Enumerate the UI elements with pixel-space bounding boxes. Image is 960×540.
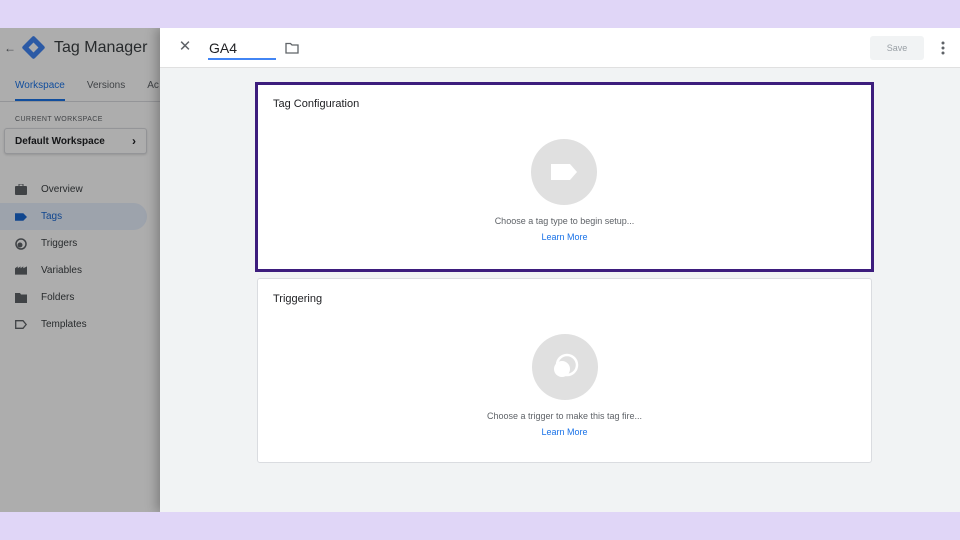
folder-icon[interactable] [285, 41, 299, 54]
save-button[interactable]: Save [870, 36, 924, 60]
editor-header: ✕ Save [160, 28, 960, 68]
close-icon[interactable]: ✕ [178, 39, 192, 55]
tag-type-placeholder-icon[interactable] [531, 139, 597, 205]
learn-more-link[interactable]: Learn More [258, 232, 871, 242]
triggering-hint: Choose a trigger to make this tag fire..… [486, 411, 643, 421]
modal-scrim[interactable] [0, 28, 168, 512]
tag-manager-window: ← Tag Manager Workspace Versions Ac CURR… [0, 28, 960, 512]
card-title: Triggering [273, 293, 323, 305]
tag-name-input[interactable] [208, 38, 276, 60]
trigger-placeholder-icon[interactable] [532, 334, 598, 400]
tag-editor-panel: ✕ Save Tag Configuration Choose a tag ty… [160, 28, 960, 512]
triggering-card[interactable]: Triggering Choose a trigger to make this… [257, 278, 872, 463]
learn-more-link[interactable]: Learn More [258, 427, 871, 437]
more-vert-icon[interactable] [938, 38, 948, 58]
tag-configuration-hint: Choose a tag type to begin setup... [494, 216, 635, 226]
tag-configuration-card[interactable]: Tag Configuration Choose a tag type to b… [255, 82, 874, 272]
card-title: Tag Configuration [273, 98, 360, 110]
